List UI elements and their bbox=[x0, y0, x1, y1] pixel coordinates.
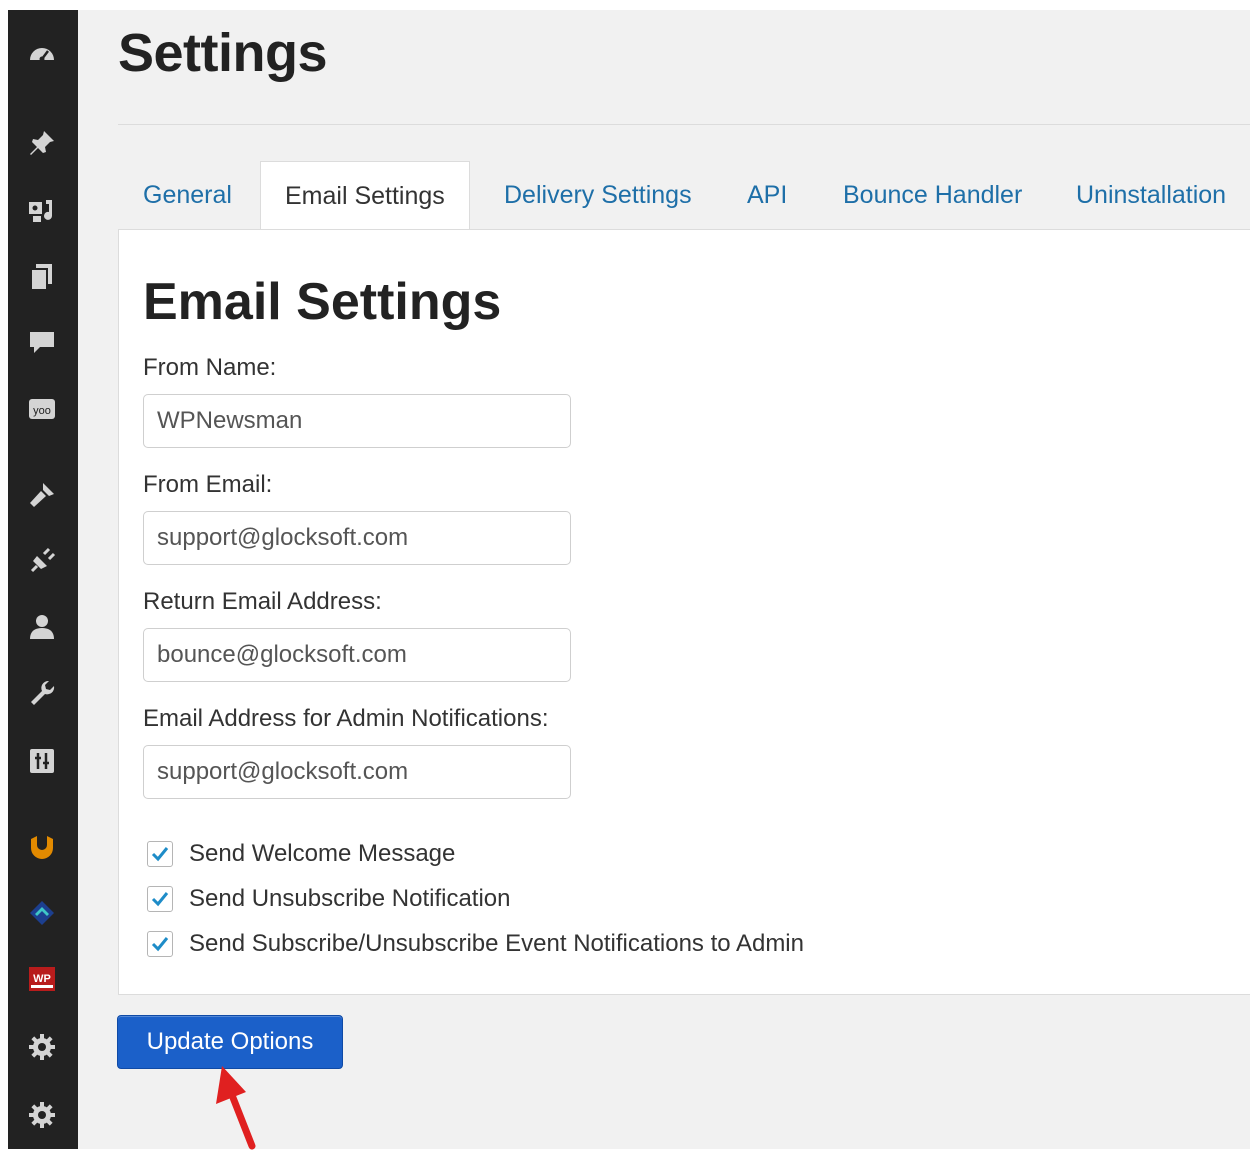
unsubscribe-notification-label: Send Unsubscribe Notification bbox=[189, 885, 511, 912]
title-divider bbox=[118, 124, 1250, 125]
yoo-icon[interactable]: yoo bbox=[25, 392, 59, 426]
tab-general[interactable]: General bbox=[143, 161, 232, 229]
gear-icon[interactable] bbox=[25, 1030, 59, 1064]
tab-api[interactable]: API bbox=[747, 161, 787, 229]
welcome-message-option[interactable]: Send Welcome Message bbox=[147, 837, 455, 871]
from-email-field[interactable] bbox=[143, 511, 571, 565]
return-email-field[interactable] bbox=[143, 628, 571, 682]
page-title: Settings bbox=[118, 23, 328, 83]
pages-icon[interactable] bbox=[25, 260, 59, 294]
settings-tabs: General Email Settings Delivery Settings… bbox=[118, 161, 1250, 230]
admin-email-field[interactable] bbox=[143, 745, 571, 799]
unsubscribe-notification-checkbox[interactable] bbox=[147, 886, 173, 912]
welcome-message-checkbox[interactable] bbox=[147, 841, 173, 867]
tab-email-settings[interactable]: Email Settings bbox=[260, 161, 470, 230]
welcome-message-label: Send Welcome Message bbox=[189, 840, 456, 867]
comments-icon[interactable] bbox=[25, 326, 59, 360]
unsubscribe-notification-option[interactable]: Send Unsubscribe Notification bbox=[147, 882, 511, 916]
appearance-icon[interactable] bbox=[25, 478, 59, 512]
return-email-label: Return Email Address: bbox=[143, 588, 382, 615]
plugin-diamond-icon[interactable] bbox=[25, 896, 59, 930]
admin-event-notifications-option[interactable]: Send Subscribe/Unsubscribe Event Notific… bbox=[147, 927, 804, 961]
plugin-orange-icon[interactable] bbox=[25, 830, 59, 864]
admin-event-notifications-checkbox[interactable] bbox=[147, 931, 173, 957]
media-icon[interactable] bbox=[25, 194, 59, 228]
from-email-label: From Email: bbox=[143, 471, 273, 498]
tools-icon[interactable] bbox=[25, 676, 59, 710]
section-heading: Email Settings bbox=[143, 273, 502, 331]
pin-icon[interactable] bbox=[25, 126, 59, 160]
from-name-field[interactable] bbox=[143, 394, 571, 448]
admin-event-notifications-label: Send Subscribe/Unsubscribe Event Notific… bbox=[189, 930, 804, 957]
from-name-label: From Name: bbox=[143, 354, 277, 381]
admin-email-label: Email Address for Admin Notifications: bbox=[143, 705, 549, 732]
svg-text:WP: WP bbox=[33, 973, 51, 985]
dashboard-icon[interactable] bbox=[25, 38, 59, 72]
tab-uninstallation[interactable]: Uninstallation bbox=[1076, 161, 1226, 229]
checkmark-icon bbox=[151, 847, 169, 862]
checkmark-icon bbox=[151, 937, 169, 952]
admin-window: yoo WP Settings General Email Settings D… bbox=[8, 10, 1250, 1150]
tab-bounce-handler[interactable]: Bounce Handler bbox=[843, 161, 1022, 229]
admin-sidebar: yoo WP bbox=[8, 10, 78, 1149]
annotation-arrow-icon bbox=[216, 1066, 256, 1150]
tab-delivery-settings[interactable]: Delivery Settings bbox=[504, 161, 692, 229]
svg-text:yoo: yoo bbox=[33, 405, 51, 417]
email-settings-panel: Email Settings From Name: From Email: Re… bbox=[118, 229, 1250, 995]
main-content: Settings General Email Settings Delivery… bbox=[78, 10, 1250, 1150]
settings-sliders-icon[interactable] bbox=[25, 744, 59, 778]
gear-icon[interactable] bbox=[25, 1098, 59, 1132]
plugins-icon[interactable] bbox=[25, 544, 59, 578]
plugin-wp-logo-icon[interactable]: WP bbox=[25, 962, 59, 996]
checkmark-icon bbox=[151, 892, 169, 907]
users-icon[interactable] bbox=[25, 610, 59, 644]
